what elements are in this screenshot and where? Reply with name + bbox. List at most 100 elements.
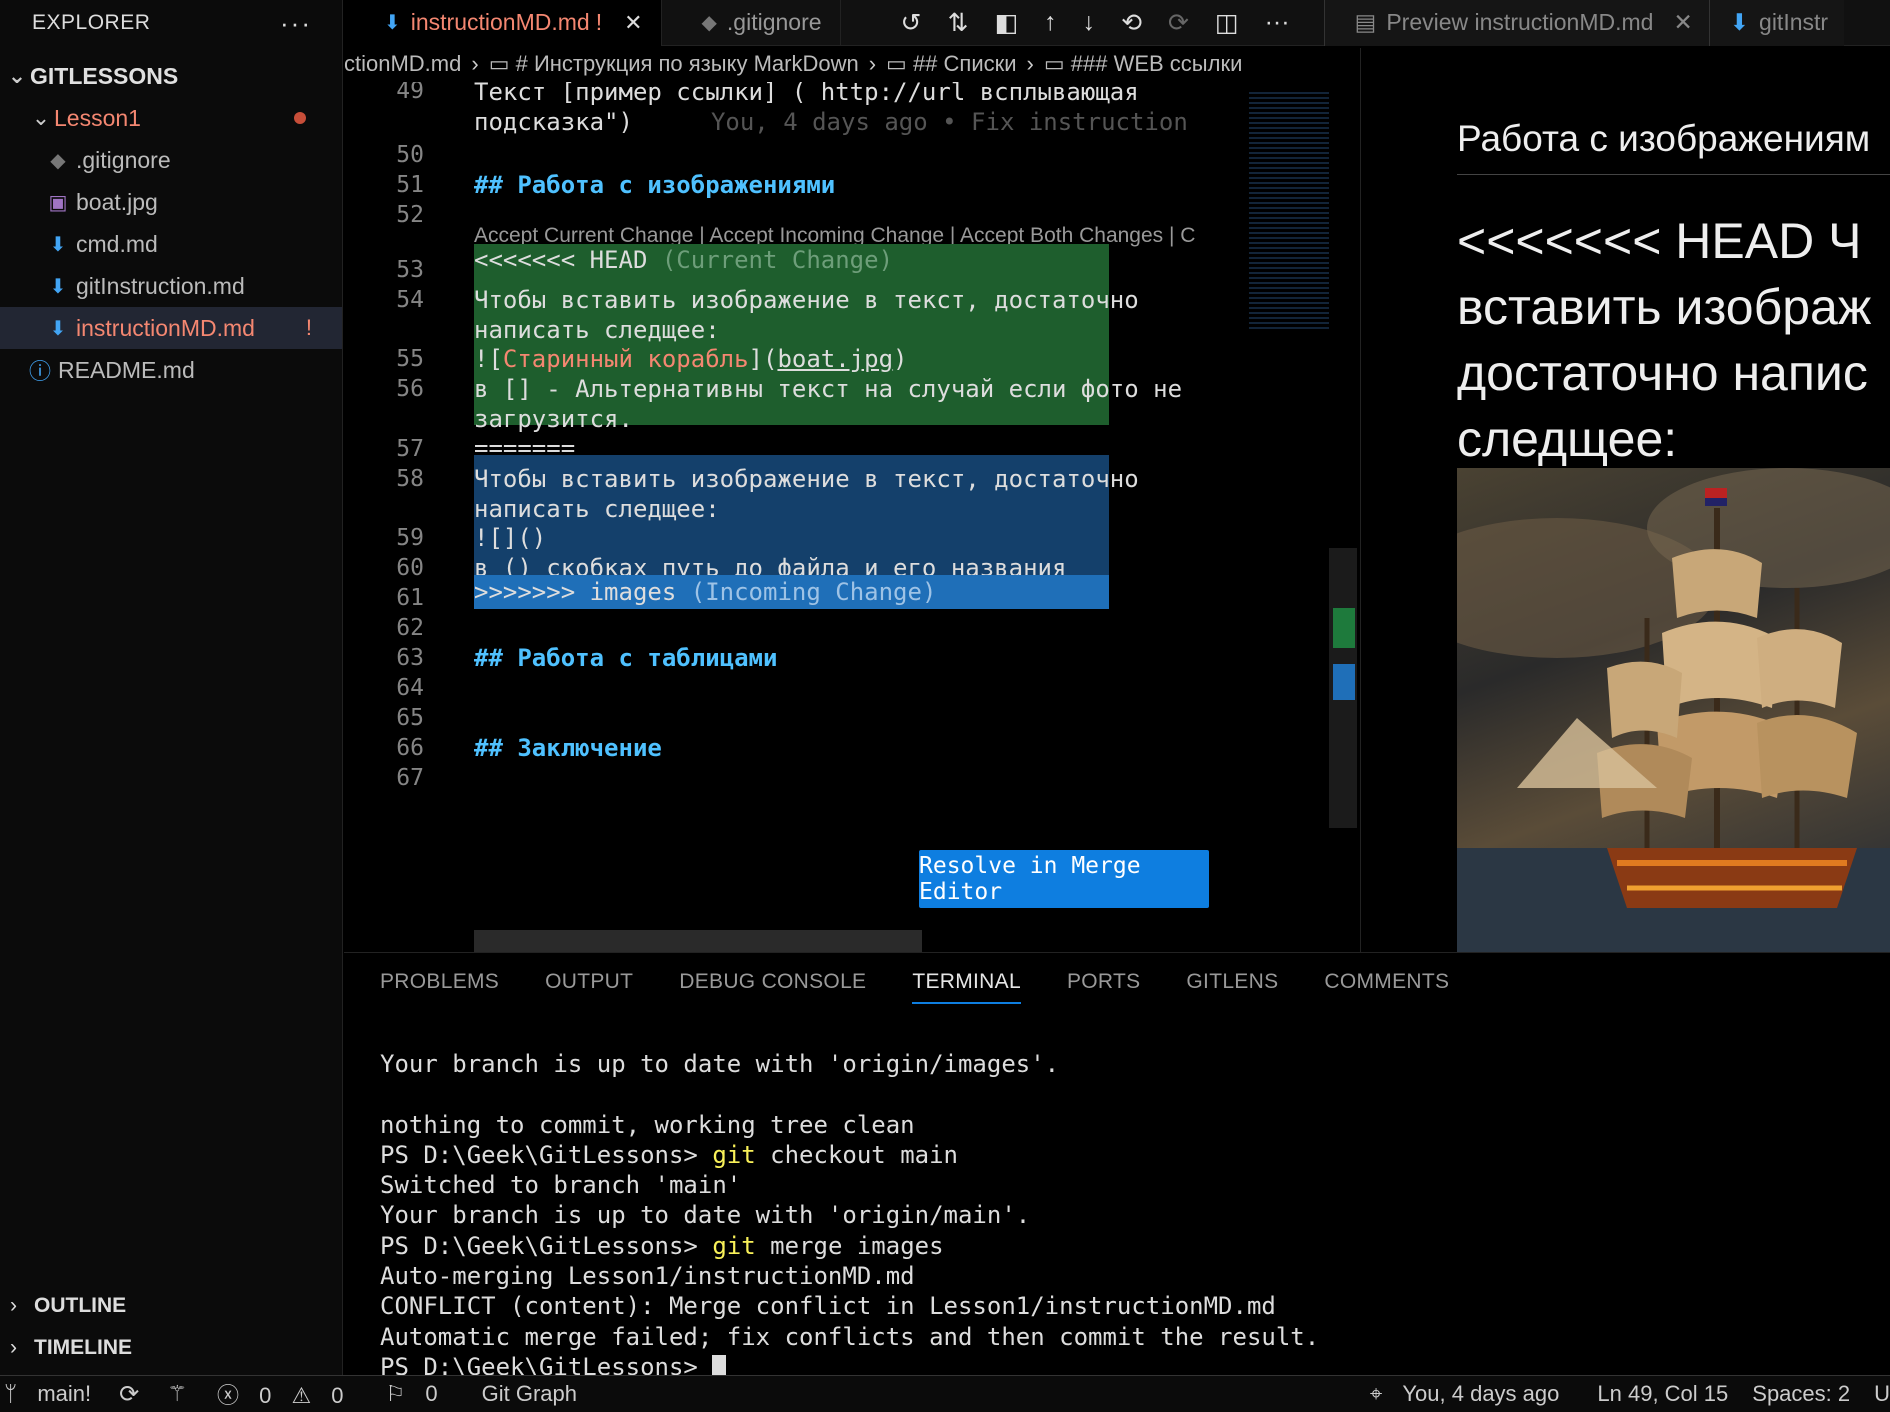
problems-status[interactable]: ⓧ 0 ⚠ 0 — [217, 1378, 358, 1410]
forward-icon[interactable]: ⟳ — [1168, 8, 1189, 38]
next-change-icon[interactable]: ↓ — [1083, 8, 1096, 38]
cursor-position[interactable]: Ln 49, Col 15 — [1597, 1381, 1728, 1407]
terminal-line: Automatic merge failed; fix conflicts an… — [380, 1322, 1320, 1351]
code-line: загрузится. — [474, 405, 633, 433]
file-instructionmd-md[interactable]: ⬇ instructionMD.md ! — [0, 307, 342, 349]
open-preview-icon[interactable]: ◧ — [994, 8, 1018, 38]
line-number: 56 — [396, 376, 424, 402]
code-text: ![ — [474, 345, 503, 373]
editor-scrollbar[interactable] — [1329, 548, 1357, 828]
file-gitignore[interactable]: ◆ .gitignore — [0, 139, 342, 181]
encoding-status[interactable]: U — [1874, 1381, 1890, 1407]
symbol-icon: ▭ — [886, 51, 913, 76]
git-graph-button[interactable]: Git Graph — [482, 1381, 577, 1407]
blame-status[interactable]: ⌖ You, 4 days ago — [1370, 1381, 1574, 1407]
tab-label: Preview instructionMD.md — [1386, 9, 1654, 35]
code-line: Текст [пример ссылки] ( http://url всплы… — [474, 82, 1139, 106]
preview-icon: ▤ — [1354, 9, 1377, 35]
markdown-heading: ## Заключение — [474, 734, 662, 762]
tab-comments[interactable]: COMMENTS — [1324, 970, 1449, 994]
breadcrumb: ctionMD.md › ▭ # Инструкция по языку Mar… — [344, 48, 1344, 80]
line-number: 52 — [396, 202, 424, 228]
file-cmd-md[interactable]: ⬇ cmd.md — [0, 223, 342, 265]
folder-lesson1[interactable]: ⌄ Lesson1 — [0, 97, 342, 139]
tab-problems[interactable]: PROBLEMS — [380, 970, 499, 994]
code-line: Чтобы вставить изображение в текст, дост… — [474, 465, 1139, 493]
breadcrumb-item[interactable]: ▭ ### WEB ссылки — [1044, 51, 1243, 77]
line-number: 60 — [396, 555, 424, 581]
breadcrumb-item[interactable]: ▭ ## Списки — [886, 51, 1017, 77]
previous-change-icon[interactable]: ↑ — [1044, 8, 1057, 38]
explorer-sidebar: EXPLORER ··· ⌄ GITLESSONS ⌄ Lesson1 ◆ .g… — [0, 0, 343, 1375]
file-label: cmd.md — [76, 230, 158, 257]
tab-label: instructionMD.md — [410, 9, 590, 35]
incoming-change-marker — [1333, 664, 1355, 700]
breadcrumb-label: ### WEB ссылки — [1070, 51, 1243, 76]
code-editor[interactable]: 49 Текст [пример ссылки] ( http://url вс… — [344, 82, 1359, 952]
ports-status[interactable]: ⚐ 0 — [386, 1381, 452, 1407]
file-readme-md[interactable]: ⓘ README.md — [0, 349, 342, 391]
gitignore-file-icon: ◆ — [701, 12, 717, 34]
tab-gitignore[interactable]: ◆ .gitignore — [662, 0, 841, 46]
line-number: 64 — [396, 675, 424, 701]
timeline-section[interactable]: › TIMELINE — [0, 1328, 343, 1368]
compare-changes-icon[interactable]: ⇅ — [948, 8, 969, 38]
more-actions-icon[interactable]: ··· — [1265, 8, 1290, 38]
workspace-root[interactable]: ⌄ GITLESSONS — [0, 55, 342, 97]
line-number: 58 — [396, 466, 424, 492]
line-number: 62 — [396, 615, 424, 641]
outline-label: OUTLINE — [34, 1294, 127, 1317]
error-count: 0 — [259, 1383, 272, 1408]
branch-status[interactable]: ᛘ main! — [4, 1381, 105, 1407]
breadcrumb-item[interactable]: ctionMD.md — [344, 51, 461, 77]
markdown-file-icon: ⬇ — [1729, 9, 1750, 35]
editor-tab-bar: ⬇ instructionMD.md ! ✕ ◆ .gitignore ↺ ⇅ … — [344, 0, 1890, 46]
explorer-title: EXPLORER — [32, 11, 151, 34]
line-number: 53 — [396, 257, 424, 283]
breadcrumb-item[interactable]: ▭ # Инструкция по языку MarkDown — [489, 51, 859, 77]
terminal-line: Switched to branch 'main' — [380, 1171, 742, 1200]
tab-gitlens[interactable]: GITLENS — [1186, 970, 1278, 994]
line-number: 55 — [396, 346, 424, 372]
close-icon[interactable]: ✕ — [624, 10, 642, 36]
status-bar: ᛘ main! ⟳ ⚚ ⓧ 0 ⚠ 0 ⚐ 0 Git Graph ⌖ You,… — [0, 1375, 1890, 1412]
preview-heading: Работа с изображениям — [1457, 118, 1890, 175]
file-gitinstruction-md[interactable]: ⬇ gitInstruction.md — [0, 265, 342, 307]
terminal-prompt: PS D:\Geek\GitLessons> — [380, 1231, 713, 1260]
resolve-in-merge-editor-button[interactable]: Resolve in Merge Editor — [919, 850, 1209, 908]
outline-section[interactable]: › OUTLINE — [0, 1286, 343, 1326]
tab-terminal[interactable]: TERMINAL — [912, 970, 1021, 1004]
markdown-file-icon: ⬇ — [49, 317, 67, 340]
tab-instructionmd[interactable]: ⬇ instructionMD.md ! ✕ — [344, 0, 662, 46]
terminal-output[interactable]: Your branch is up to date with 'origin/i… — [344, 1019, 1890, 1412]
sync-icon[interactable]: ⟳ — [119, 1380, 139, 1409]
info-file-icon: ⓘ — [28, 359, 51, 384]
gitlens-icon[interactable]: ⚚ — [167, 1381, 187, 1407]
timeline-label: TIMELINE — [34, 1336, 132, 1359]
ship-image — [1457, 468, 1890, 952]
tab-ports[interactable]: PORTS — [1067, 970, 1140, 994]
code-line: Чтобы вставить изображение в текст, дост… — [474, 286, 1139, 314]
line-number: 54 — [396, 287, 424, 313]
tab-output[interactable]: OUTPUT — [545, 970, 633, 994]
terminal-command: git — [712, 1140, 756, 1169]
back-icon[interactable]: ⟲ — [1121, 8, 1142, 38]
line-number: 65 — [396, 705, 424, 731]
terminal-line: nothing to commit, working tree clean — [380, 1110, 915, 1139]
image-link[interactable]: boat.jpg — [777, 345, 893, 373]
tab-debug-console[interactable]: DEBUG CONSOLE — [679, 970, 866, 994]
chevron-right-icon: › — [868, 51, 877, 76]
file-label: boat.jpg — [76, 188, 158, 215]
file-label: .gitignore — [76, 146, 171, 173]
close-icon[interactable]: ✕ — [1673, 9, 1692, 36]
split-editor-icon[interactable]: ◫ — [1215, 8, 1239, 38]
horizontal-scrollbar[interactable] — [474, 930, 922, 952]
more-actions-icon[interactable]: ··· — [280, 8, 312, 39]
history-icon[interactable]: ↺ — [901, 8, 922, 38]
minimap[interactable] — [1249, 92, 1329, 332]
chevron-right-icon: › — [471, 51, 479, 76]
tab-gitinstruction[interactable]: ⬇ gitInstr — [1708, 0, 1845, 46]
tab-preview[interactable]: ▤ Preview instructionMD.md ✕ — [1323, 0, 1709, 46]
indentation[interactable]: Spaces: 2 — [1752, 1381, 1850, 1407]
file-boat-jpg[interactable]: ▣ boat.jpg — [0, 181, 342, 223]
